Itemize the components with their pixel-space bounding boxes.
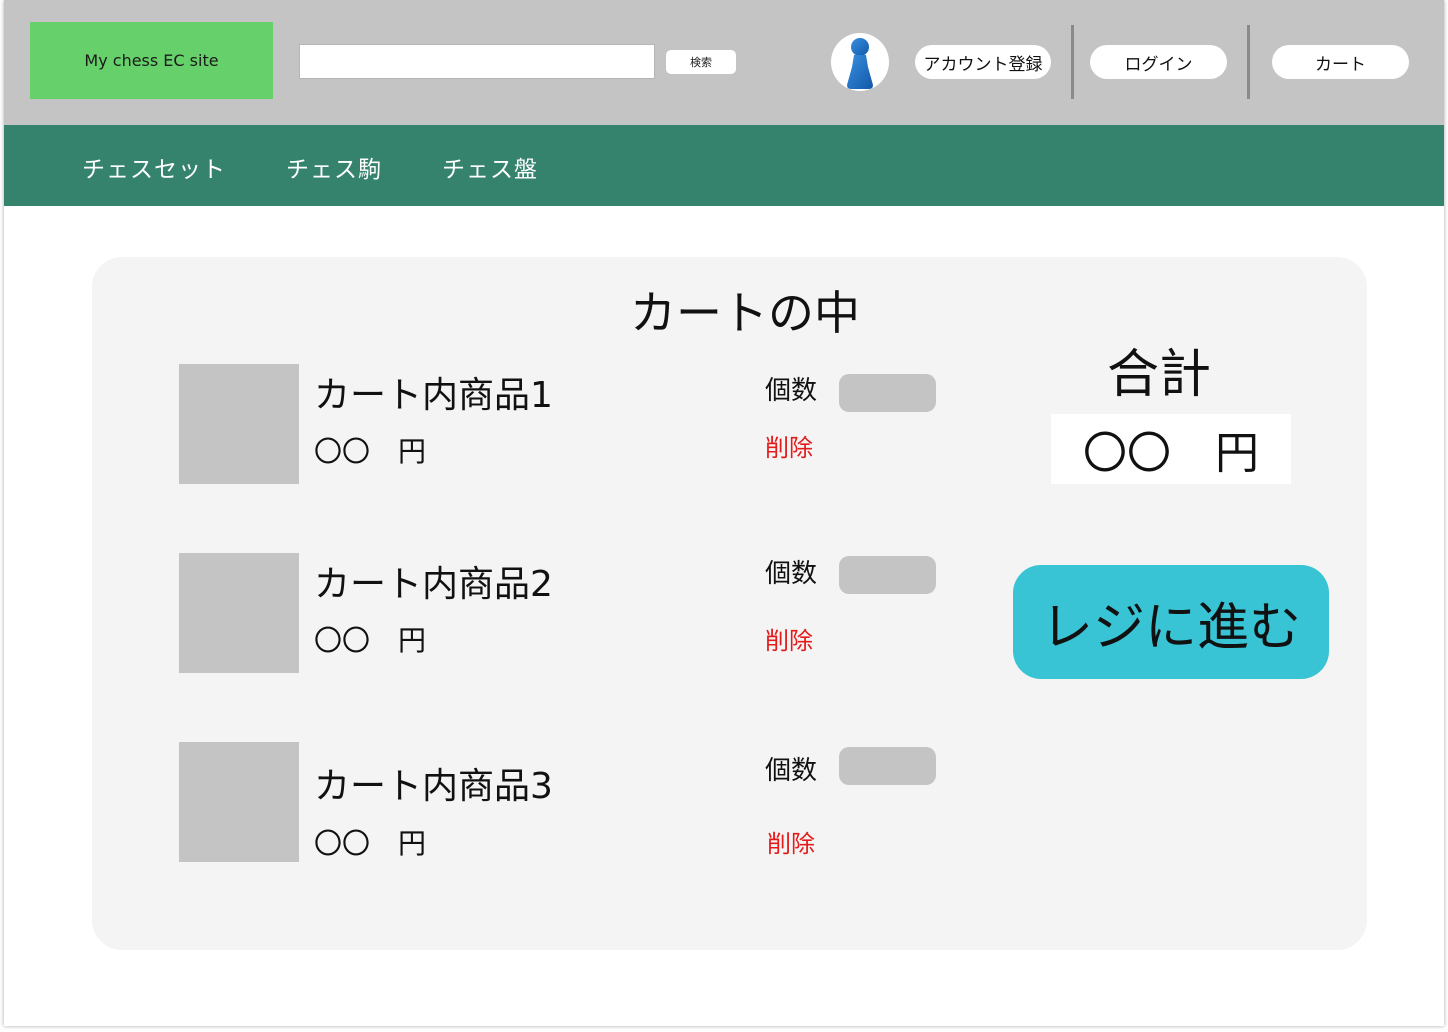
header-divider xyxy=(1247,25,1250,99)
account-register-button[interactable]: アカウント登録 xyxy=(915,45,1051,79)
search-input[interactable] xyxy=(299,44,655,79)
quantity-field[interactable] xyxy=(839,556,936,594)
header-divider xyxy=(1071,25,1074,99)
checkout-button[interactable]: レジに進む xyxy=(1013,565,1329,679)
site-logo[interactable]: My chess EC site xyxy=(30,22,273,99)
quantity-field[interactable] xyxy=(839,747,936,785)
page-title: カートの中 xyxy=(630,286,860,340)
quantity-field[interactable] xyxy=(839,374,936,412)
product-thumbnail[interactable] xyxy=(179,364,299,484)
delete-link[interactable]: 削除 xyxy=(765,621,813,656)
page-frame: My chess EC site 検索 アカウント登録 ログイン カート チェス… xyxy=(4,0,1444,1026)
cart-item: カート内商品3 〇〇 円 個数 削除 xyxy=(179,742,939,862)
cart-button[interactable]: カート xyxy=(1272,45,1409,79)
delete-link[interactable]: 削除 xyxy=(767,824,815,859)
delete-link[interactable]: 削除 xyxy=(765,428,813,463)
nav-item-chess-set[interactable]: チェスセット xyxy=(82,150,226,184)
avatar[interactable] xyxy=(831,33,889,91)
cart-item: カート内商品2 〇〇 円 個数 削除 xyxy=(179,553,939,673)
product-price: 〇〇 円 xyxy=(314,827,427,860)
category-nav: チェスセット チェス駒 チェス盤 xyxy=(4,125,1444,206)
cart-item: カート内商品1 〇〇 円 個数 削除 xyxy=(179,364,939,484)
search-button[interactable]: 検索 xyxy=(666,50,736,74)
product-price: 〇〇 円 xyxy=(314,624,427,657)
login-button[interactable]: ログイン xyxy=(1090,45,1227,79)
person-pawn-icon xyxy=(847,38,873,89)
header-bar: My chess EC site 検索 アカウント登録 ログイン カート xyxy=(4,0,1444,125)
product-name[interactable]: カート内商品3 xyxy=(314,757,553,809)
product-thumbnail[interactable] xyxy=(179,742,299,862)
product-price: 〇〇 円 xyxy=(314,435,427,468)
nav-item-chess-pieces[interactable]: チェス駒 xyxy=(286,150,382,184)
product-thumbnail[interactable] xyxy=(179,553,299,673)
quantity-label: 個数 xyxy=(765,376,818,406)
nav-item-chess-board[interactable]: チェス盤 xyxy=(442,150,538,184)
quantity-label: 個数 xyxy=(765,756,818,786)
quantity-label: 個数 xyxy=(765,559,818,589)
product-name[interactable]: カート内商品1 xyxy=(314,366,553,418)
total-amount: 〇〇 円 xyxy=(1051,414,1291,484)
cart-panel: カートの中 カート内商品1 〇〇 円 個数 削除 カート内商品2 〇〇 円 個数… xyxy=(92,257,1367,950)
product-name[interactable]: カート内商品2 xyxy=(314,555,553,607)
total-label: 合計 xyxy=(1107,345,1212,405)
